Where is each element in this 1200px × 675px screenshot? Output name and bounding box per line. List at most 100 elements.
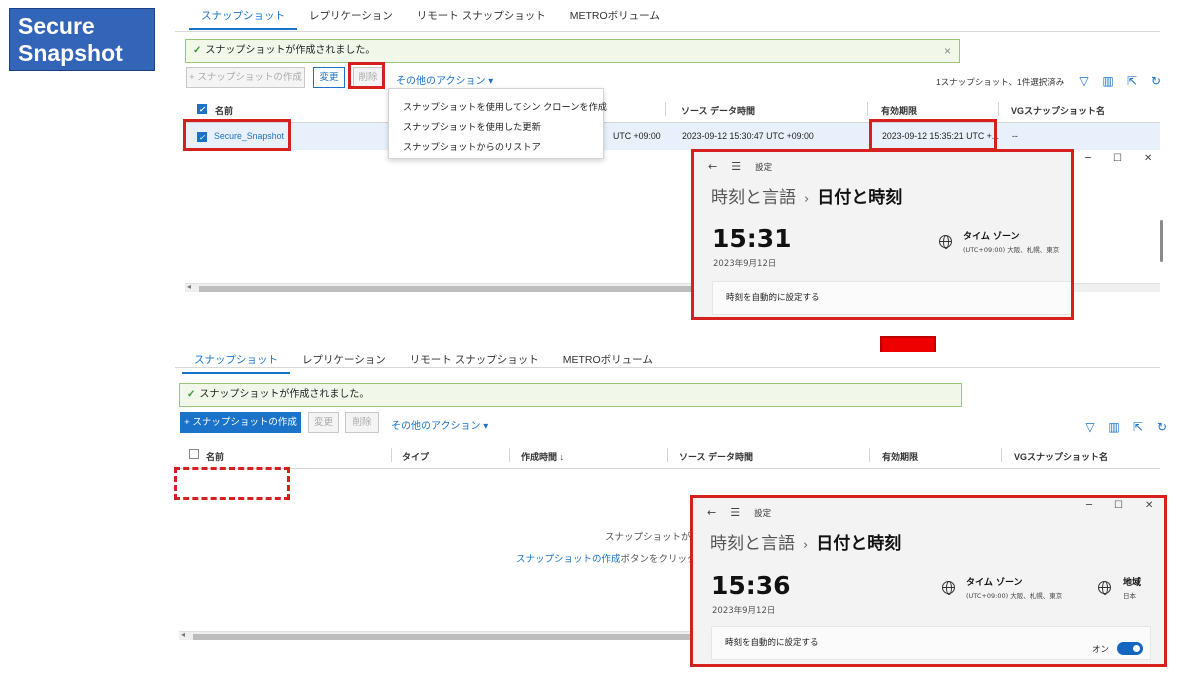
empty-state-message: スナップショットがあ [605, 532, 701, 543]
delete-button[interactable]: 削除 [345, 412, 379, 433]
chevron-right-icon: › [803, 538, 809, 553]
modify-button[interactable]: 変更 [313, 67, 345, 88]
refresh-icon[interactable]: ↻ [1156, 420, 1168, 434]
minimize-icon[interactable]: ─ [1085, 153, 1091, 164]
empty-create-link[interactable]: スナップショットの作成 [516, 554, 621, 565]
timezone-info[interactable]: タイム ゾーン (UTC+09:00) 大阪、札幌、東京 [966, 575, 1062, 600]
window-scrollbar[interactable] [1160, 220, 1163, 262]
timezone-title: タイム ゾーン [963, 232, 1020, 242]
col-vg-name[interactable]: VGスナップショット名 [1011, 104, 1105, 117]
auto-time-row: 時刻を自動的に設定する [711, 626, 1151, 660]
check-icon: ✓ [193, 45, 202, 56]
filter-icon[interactable]: ▽ [1078, 74, 1090, 88]
tab-replication[interactable]: レプリケーション [290, 352, 398, 374]
more-actions-menu[interactable]: その他のアクション ▾ [396, 72, 493, 87]
settings-label: 設定 [755, 162, 773, 173]
region-info[interactable]: 地域 日本 [1123, 575, 1141, 600]
menu-item-restore[interactable]: スナップショットからのリストア [403, 139, 541, 153]
select-all-checkbox[interactable]: ✓ [197, 103, 207, 114]
columns-icon[interactable]: ▥ [1108, 420, 1120, 434]
settings-window-after: ← ☰ 設定 ─ ☐ ✕ 時刻と言語 › 日付と時刻 15:36 2023年9月12… [690, 495, 1167, 667]
highlight-snapshot-row [183, 119, 291, 151]
col-source-time[interactable]: ソース データ時間 [681, 104, 755, 117]
scroll-left-icon[interactable]: ◂ [181, 630, 185, 639]
alert-message: スナップショットが作成されました。 [199, 389, 370, 400]
settings-window-before: ← ☰ 設定 時刻と言語 › 日付と時刻 15:31 2023年9月12日 タイム … [691, 149, 1074, 320]
crumb-parent[interactable]: 時刻と言語 [710, 534, 795, 554]
col-expiry[interactable]: 有効期限 [881, 104, 917, 117]
crumb-current: 日付と時刻 [816, 534, 902, 554]
empty-state-hint: スナップショットの作成ボタンをクリックし [516, 551, 706, 565]
current-date: 2023年9月12日 [712, 606, 776, 616]
back-arrow-icon[interactable]: ← [708, 160, 717, 173]
columns-icon[interactable]: ▥ [1102, 74, 1114, 88]
check-icon: ✓ [187, 389, 196, 400]
scroll-left-icon[interactable]: ◂ [187, 282, 191, 291]
table-header: ✓ 名前 ソース データ時間 有効期限 VGスナップショット名 [185, 97, 1160, 123]
col-divider [1001, 448, 1002, 462]
col-name[interactable]: 名前 [215, 104, 233, 117]
table-row[interactable]: ✓ Secure_Snapshot UTC +09:00 2023-09-12 … [185, 123, 1160, 150]
tab-remote-snapshots[interactable]: リモート スナップショット [405, 8, 558, 30]
col-created[interactable]: 作成時間 ↓ [521, 450, 564, 463]
maximize-icon[interactable]: ☐ [1113, 153, 1122, 164]
tab-snapshots[interactable]: スナップショット [189, 8, 297, 30]
col-source-time[interactable]: ソース データ時間 [679, 450, 753, 463]
col-name[interactable]: 名前 [206, 450, 224, 463]
row-vg-name: -- [1012, 131, 1018, 141]
refresh-icon[interactable]: ↻ [1150, 74, 1162, 88]
close-window-icon[interactable]: ✕ [1145, 500, 1153, 511]
title-badge: Secure Snapshot [9, 8, 155, 71]
export-icon[interactable]: ⇱ [1126, 74, 1138, 88]
auto-time-toggle[interactable] [1117, 642, 1143, 655]
timezone-info[interactable]: タイム ゾーン (UTC+09:00) 大阪、札幌、東京 [963, 229, 1059, 254]
col-divider [667, 448, 668, 462]
export-icon[interactable]: ⇱ [1132, 420, 1144, 434]
tabs-divider [175, 31, 1160, 32]
current-date: 2023年9月12日 [713, 259, 777, 269]
col-type[interactable]: タイプ [402, 450, 429, 463]
row-created: UTC +09:00 [613, 131, 661, 141]
hamburger-menu-icon[interactable]: ☰ [730, 506, 740, 519]
tab-metro-volumes[interactable]: METROボリューム [551, 352, 665, 374]
alert-message: スナップショットが作成されました。 [205, 45, 376, 56]
menu-item-refresh[interactable]: スナップショットを使用した更新 [403, 119, 541, 133]
filter-icon[interactable]: ▽ [1084, 420, 1096, 434]
create-snapshot-button[interactable]: + スナップショットの作成 [186, 67, 305, 88]
more-actions-dropdown: スナップショットを使用してシン クローンを作成 スナップショットを使用した更新 … [388, 88, 607, 159]
tab-metro-volumes[interactable]: METROボリューム [558, 8, 672, 30]
close-window-icon[interactable]: ✕ [1144, 153, 1152, 164]
col-expiry[interactable]: 有効期限 [882, 450, 918, 463]
row-source-time: 2023-09-12 15:30:47 UTC +09:00 [682, 131, 814, 141]
modify-button[interactable]: 変更 [308, 412, 339, 433]
tab-bar: スナップショット レプリケーション リモート スナップショット METROボリュ… [189, 8, 672, 30]
col-vg-name[interactable]: VGスナップショット名 [1014, 450, 1108, 463]
scrollbar-thumb[interactable] [193, 634, 698, 640]
minimize-icon[interactable]: ─ [1086, 500, 1092, 511]
crumb-current: 日付と時刻 [817, 188, 903, 208]
scrollbar-thumb[interactable] [199, 286, 704, 292]
tab-snapshots[interactable]: スナップショット [182, 352, 290, 374]
menu-item-thin-clone[interactable]: スナップショットを使用してシン クローンを作成 [403, 99, 607, 113]
settings-nav: ← ☰ 設定 [708, 160, 772, 173]
region-value: 日本 [1123, 592, 1136, 600]
create-snapshot-button[interactable]: + スナップショットの作成 [180, 412, 301, 433]
tab-remote-snapshots[interactable]: リモート スナップショット [398, 352, 551, 374]
crumb-parent[interactable]: 時刻と言語 [711, 188, 796, 208]
success-alert: ✓ スナップショットが作成されました。 [179, 383, 962, 407]
close-icon[interactable]: × [944, 40, 951, 62]
window-controls: ─ ☐ ✕ [1085, 153, 1152, 164]
table-tools: ▽ ▥ ⇱ ↻ [1078, 74, 1162, 88]
highlight-expiry [869, 119, 997, 151]
maximize-icon[interactable]: ☐ [1114, 500, 1123, 511]
back-arrow-icon[interactable]: ← [707, 506, 716, 519]
settings-breadcrumb: 時刻と言語 › 日付と時刻 [710, 529, 901, 554]
window-controls: ─ ☐ ✕ [1086, 500, 1153, 511]
col-divider [665, 102, 666, 116]
tab-replication[interactable]: レプリケーション [297, 8, 405, 30]
hamburger-menu-icon[interactable]: ☰ [731, 160, 741, 173]
timezone-title: タイム ゾーン [966, 578, 1023, 588]
more-actions-menu[interactable]: その他のアクション ▾ [391, 417, 488, 432]
highlight-delete [348, 62, 385, 89]
select-all-checkbox[interactable] [189, 449, 199, 460]
